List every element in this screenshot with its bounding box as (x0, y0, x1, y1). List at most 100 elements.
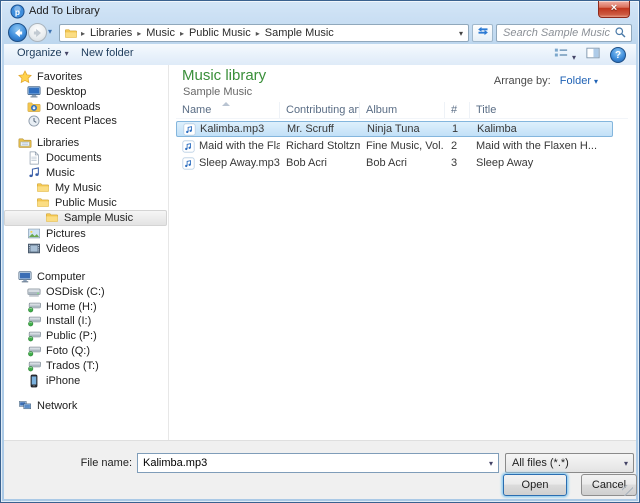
sidebar-item-desktop[interactable]: Desktop (4, 85, 166, 99)
back-arrow-icon (12, 30, 24, 42)
file-number: 3 (445, 157, 470, 169)
open-button[interactable]: Open (503, 474, 567, 496)
folder-icon (36, 196, 50, 210)
organize-button[interactable]: Organize▾ (17, 47, 69, 59)
sidebar-item-trados-t[interactable]: Trados (T:) (4, 359, 166, 373)
network-drive-icon (27, 329, 41, 343)
file-album: Ninja Tuna (361, 123, 446, 135)
downloads-icon (27, 100, 41, 114)
resize-grip[interactable] (622, 485, 633, 496)
hard-drive-icon (27, 285, 41, 299)
file-name-combo: ▾ (137, 453, 499, 473)
file-artists: Richard Stoltzman... (280, 140, 360, 152)
sidebar-item-downloads[interactable]: Downloads (4, 100, 166, 114)
folder-icon (45, 211, 59, 225)
search-icon (614, 26, 627, 42)
arrange-by-value[interactable]: Folder▾ (560, 75, 598, 87)
close-button[interactable]: × (598, 1, 630, 18)
sidebar-item-favorites[interactable]: Favorites (4, 70, 166, 84)
recent-pages-dropdown[interactable]: ▾ (48, 27, 52, 36)
chevron-down-icon: ▾ (572, 53, 576, 62)
file-artists: Bob Acri (280, 157, 360, 169)
file-name: Sleep Away.mp3 (199, 157, 280, 169)
music-file-icon (182, 157, 195, 170)
chevron-down-icon[interactable]: ▾ (484, 459, 498, 468)
file-row-sleep-away[interactable]: Sleep Away.mp3 Bob Acri Bob Acri 3 Sleep… (176, 155, 613, 171)
sidebar-item-iphone[interactable]: iPhone (4, 374, 166, 388)
title-bar[interactable]: p Add To Library × (1, 1, 639, 22)
network-drive-icon (27, 359, 41, 373)
sidebar-item-install-i[interactable]: Install (I:) (4, 314, 166, 328)
navigation-pane: Favorites Desktop Downloads Recent Place… (4, 65, 168, 440)
breadcrumb-public-music[interactable]: Public Music (185, 27, 255, 39)
sidebar-item-network[interactable]: Network (4, 399, 166, 413)
forward-button[interactable] (28, 23, 47, 42)
sidebar-item-recent-places[interactable]: Recent Places (4, 114, 166, 128)
music-file-icon (182, 140, 195, 153)
new-folder-button[interactable]: New folder (81, 47, 134, 59)
sidebar-item-foto-q[interactable]: Foto (Q:) (4, 344, 166, 358)
sidebar-item-home-h[interactable]: Home (H:) (4, 300, 166, 314)
file-row-maid-flaxen[interactable]: Maid with the Flaxe... Richard Stoltzman… (176, 138, 613, 154)
help-button[interactable]: ? (610, 47, 626, 63)
arrange-by-label: Arrange by: (494, 75, 551, 87)
preview-pane-button[interactable] (585, 46, 601, 63)
chevron-down-icon: ▾ (594, 77, 598, 86)
file-type-select[interactable]: All files (*.*) ▾ (505, 453, 634, 473)
svg-text:p: p (15, 7, 20, 17)
videos-icon (27, 242, 41, 256)
desktop-icon (27, 85, 41, 99)
sidebar-item-pictures[interactable]: Pictures (4, 227, 166, 241)
address-dropdown-icon[interactable]: ▾ (454, 29, 468, 38)
search-input[interactable] (497, 27, 614, 39)
network-drive-icon (27, 344, 41, 358)
sidebar-item-computer[interactable]: Computer (4, 270, 166, 284)
address-bar[interactable]: ▸ Libraries ▸ Music ▸ Public Music ▸ Sam… (59, 24, 469, 42)
add-to-library-dialog: p Add To Library × ▾ ▸ Libraries ▸ Music… (0, 0, 640, 503)
forward-arrow-icon (32, 30, 44, 42)
back-button[interactable] (8, 23, 27, 42)
column-header-row: Name Contributing artists Album # Title (176, 102, 628, 119)
refresh-button[interactable] (472, 24, 493, 42)
sidebar-item-music[interactable]: Music (4, 166, 166, 180)
preview-pane-icon (585, 51, 601, 63)
breadcrumb-sample-music[interactable]: Sample Music (261, 27, 338, 39)
file-type-value: All files (*.*) (506, 457, 616, 469)
sidebar-item-sample-music[interactable]: Sample Music (4, 210, 167, 226)
column-header-contributing-artists[interactable]: Contributing artists (280, 102, 360, 118)
file-number: 1 (446, 123, 471, 135)
breadcrumb-libraries[interactable]: Libraries (86, 27, 136, 39)
sidebar-item-public-p[interactable]: Public (P:) (4, 329, 166, 343)
close-icon: × (611, 2, 617, 14)
refresh-icon (476, 28, 490, 40)
documents-icon (27, 151, 41, 165)
sidebar-item-libraries[interactable]: Libraries (4, 136, 166, 150)
music-note-icon (27, 166, 41, 180)
sidebar-item-documents[interactable]: Documents (4, 151, 166, 165)
network-drive-icon (27, 314, 41, 328)
iphone-icon (27, 374, 41, 388)
file-name-input[interactable] (138, 457, 481, 469)
file-list-pane: Music library Sample Music Arrange by: F… (169, 65, 636, 440)
dialog-footer: File name: ▾ All files (*.*) ▾ Open Canc… (4, 440, 636, 499)
help-icon: ? (615, 50, 621, 61)
sidebar-item-videos[interactable]: Videos (4, 242, 166, 256)
network-icon (18, 399, 32, 413)
file-artists: Mr. Scruff (281, 123, 361, 135)
file-name: Kalimba.mp3 (200, 123, 264, 135)
column-header-album[interactable]: Album (360, 102, 445, 118)
file-album: Fine Music, Vol. 1 (360, 140, 445, 152)
file-row-kalimba[interactable]: Kalimba.mp3 Mr. Scruff Ninja Tuna 1 Kali… (176, 121, 613, 137)
search-box (496, 24, 632, 42)
change-view-button[interactable]: ▾ (553, 46, 576, 63)
column-header-title[interactable]: Title (470, 102, 610, 118)
breadcrumb-music[interactable]: Music (142, 27, 179, 39)
sidebar-item-my-music[interactable]: My Music (4, 181, 166, 195)
music-file-icon (183, 123, 196, 136)
sidebar-item-public-music[interactable]: Public Music (4, 196, 166, 210)
file-name-label: File name: (44, 457, 132, 469)
file-album: Bob Acri (360, 157, 445, 169)
column-header-number[interactable]: # (445, 102, 470, 118)
sidebar-item-osdisk-c[interactable]: OSDisk (C:) (4, 285, 166, 299)
views-icon (553, 51, 569, 63)
